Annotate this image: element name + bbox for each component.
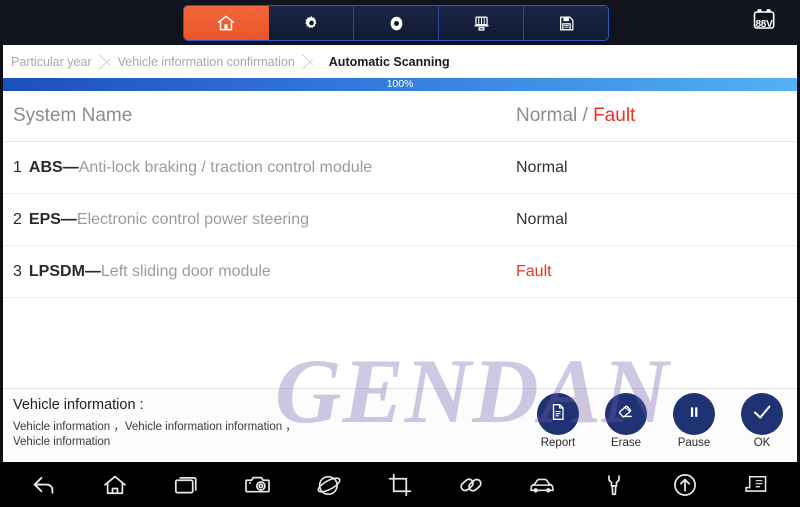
nav-home-button[interactable] [89,462,141,507]
nav-back-button[interactable] [18,462,70,507]
row-system-abbreviation: ABS [28,158,63,176]
pause-button[interactable]: Pause [671,393,717,449]
row-dash: — [60,210,77,228]
breadcrumb-item-vehicle-information-confirmation[interactable]: Vehicle information confirmation [118,55,299,69]
ok-button-circle [741,393,783,435]
row-status-value: Normal [516,210,568,228]
nav-crop-button[interactable] [374,462,426,507]
table-header-system-name-cell: System Name [3,105,508,127]
erase-button-circle [605,393,647,435]
ok-button[interactable]: OK [739,393,785,449]
report-button-circle [537,393,579,435]
nav-recents-button[interactable] [160,462,212,507]
home-icon [216,13,236,33]
table-header-system-name: System Name [13,105,133,126]
row-status-value: Fault [516,262,552,280]
chevron-right-icon [96,45,118,78]
row-system-description: Left sliding door module [100,262,271,280]
table-cell-status: Normal [508,211,797,229]
table-cell-system-name: 2 EPS—Electronic control power steering [3,211,508,229]
toolbar-print-button[interactable] [439,6,524,40]
table-header-status-cell: Normal / Fault [508,105,797,127]
battery-voltage-indicator: 88V [750,8,788,38]
row-index: 1 [13,158,22,176]
top-toolbar: 88V [0,0,800,45]
document-icon [548,402,568,427]
save-icon [557,14,576,33]
report-button-label: Report [540,437,576,449]
row-system-abbreviation: EPS [28,210,61,228]
document-list-icon [743,472,769,498]
row-system-abbreviation: LPSDM [28,262,85,280]
scan-progress-bar: 100% [3,78,797,91]
row-dash: — [62,158,79,176]
table-row[interactable]: 1 ABS—Anti-lock braking / traction contro… [3,142,797,194]
recents-icon [173,472,199,498]
erase-button[interactable]: Erase [603,393,649,449]
table-header-row: System Name Normal / Fault [3,91,797,142]
upload-icon [672,472,698,498]
nav-upload-button[interactable] [659,462,711,507]
row-dash: — [84,262,101,280]
vehicle-information-body: Vehicle information ，Vehicle information… [13,421,297,448]
erase-button-label: Erase [610,437,642,449]
system-navigation-bar [0,462,800,507]
link-icon [458,472,484,498]
ok-button-label: OK [753,437,771,449]
crop-icon [387,472,413,498]
nav-vehicle-button[interactable] [516,462,568,507]
vehicle-information-panel: Vehicle information : Vehicle informatio… [3,389,797,459]
camera-icon [244,471,271,498]
table-cell-status: Normal [508,159,797,177]
table-header-status-separator: / [577,105,594,126]
chevron-right-icon [299,45,321,78]
row-index: 3 [13,262,22,280]
breadcrumb-item-particular-year[interactable]: Particular year [11,55,96,69]
toolbar-save-button[interactable] [524,6,608,40]
toolbar-home-button[interactable] [184,6,269,40]
row-index: 2 [13,210,22,228]
breadcrumb: Particular year Vehicle information conf… [3,45,797,78]
report-button[interactable]: Report [535,393,581,449]
wrench-icon [601,472,627,498]
back-icon [31,472,57,498]
vehicle-information-title: Vehicle information : [13,397,144,413]
home-icon [102,472,128,498]
pause-button-label: Pause [677,437,711,449]
nav-link-button[interactable] [445,462,497,507]
toolbar-settings-button[interactable] [269,6,354,40]
toolbar-button-group [184,6,608,40]
nav-camera-button[interactable] [231,462,283,507]
nav-browser-button[interactable] [303,462,355,507]
print-icon [472,14,491,33]
nav-tools-button[interactable] [588,462,640,507]
nav-documents-button[interactable] [730,462,782,507]
main-panel: Particular year Vehicle information conf… [0,45,800,462]
check-icon [750,400,774,429]
pause-button-circle [673,393,715,435]
eraser-icon [616,401,637,427]
action-button-group: Report Erase Pause OK [535,393,785,449]
gear-icon [302,14,321,33]
breadcrumb-item-automatic-scanning: Automatic Scanning [328,54,450,69]
toolbar-record-button[interactable] [354,6,439,40]
table-cell-system-name: 3 LPSDM—Left sliding door module [3,263,508,281]
table-cell-status: Fault [508,263,797,281]
scan-progress-label: 100% [386,78,414,90]
table-header-status-normal: Normal [516,105,578,126]
car-icon [528,471,556,499]
pause-icon [684,402,704,427]
battery-voltage-label: 88V [755,19,773,30]
table-cell-system-name: 1 ABS—Anti-lock braking / traction contro… [3,159,508,177]
table-row[interactable]: 2 EPS—Electronic control power steering N… [3,194,797,246]
row-system-description: Electronic control power steering [76,210,310,228]
row-system-description: Anti-lock braking / traction control mod… [78,158,373,176]
row-status-value: Normal [516,158,568,176]
table-empty-area [3,298,797,389]
diagnostic-scanner-app: 88V Particular year Vehicle information … [0,0,800,507]
record-icon [387,14,406,33]
table-header-status-fault: Fault [593,105,636,126]
table-row[interactable]: 3 LPSDM—Left sliding door module Fault [3,246,797,298]
browser-icon [316,472,342,498]
